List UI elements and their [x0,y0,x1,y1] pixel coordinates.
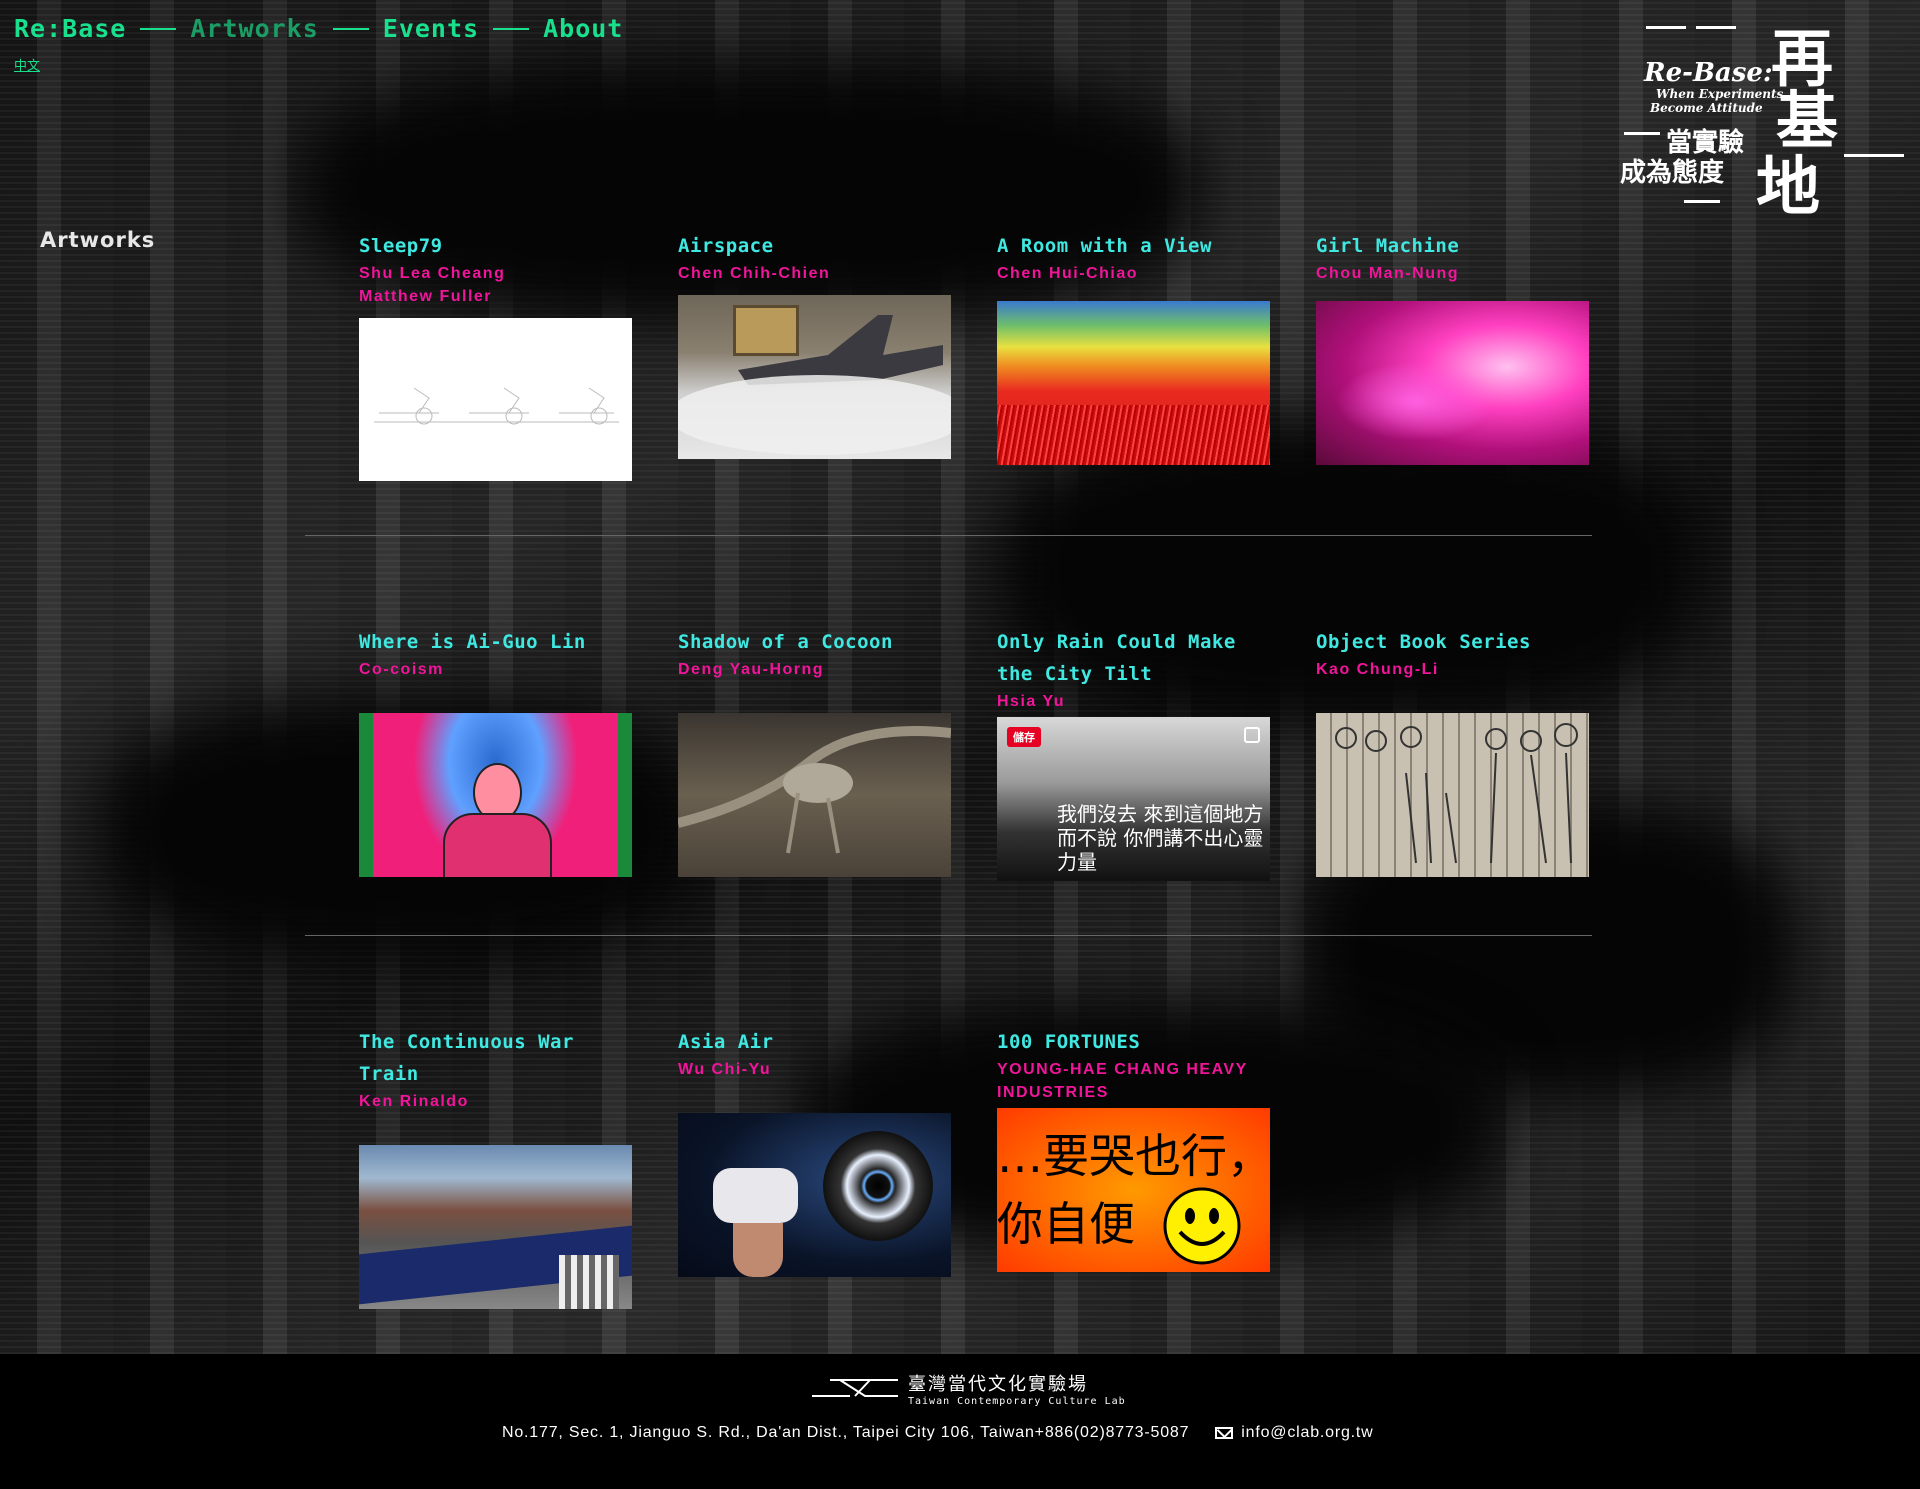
artwork-card[interactable]: Airspace Chen Chih-Chien [678,230,951,459]
sketch-drawing [374,387,619,425]
artwork-title[interactable]: Where is Ai-Guo Lin [359,626,632,658]
artwork-card[interactable]: Where is Ai-Guo Lin Co-coism [359,626,632,877]
footer-email-link[interactable]: info@clab.org.tw [1241,1424,1373,1442]
artwork-artist: Kao Chung-Li [1316,661,1439,678]
artwork-thumbnail-only-rain[interactable]: 儲存 我們沒去 來到這個地方而不說 你們講不出心靈力量 [997,717,1270,881]
artwork-thumbnail-ai-guo-lin[interactable] [359,713,632,877]
artwork-thumbnail-airspace[interactable] [678,295,951,459]
artwork-thumbnail-girl-machine[interactable] [1316,301,1589,465]
artwork-title[interactable]: Sleep79 [359,230,632,262]
logo-subtitle-2: Become Attitude [1650,101,1763,115]
logo-cn-line2: 成為態度 [1620,158,1725,188]
site-footer: 臺灣當代文化實驗場 Taiwan Contemporary Culture La… [0,1354,1920,1489]
artwork-thumbnail-object-book[interactable] [1316,713,1589,877]
artwork-thumbnail-shadow-cocoon[interactable] [678,713,951,877]
vr-headset [713,1168,798,1223]
page-title: Artworks [40,228,156,252]
pink-hair-glow [1336,361,1496,441]
clab-name-en: Taiwan Contemporary Culture Lab [908,1396,1126,1407]
logo-bar [1624,132,1660,135]
pinterest-save-button[interactable]: 儲存 [1007,727,1041,747]
subway-handwriting: 我們沒去 來到這個地方而不說 你們講不出心靈力量 [1057,802,1264,874]
artwork-artist: Chen Hui-Chiao [997,265,1138,282]
smiley-icon [1163,1187,1241,1265]
artwork-title[interactable]: Only Rain Could Make the City Tilt [997,626,1270,690]
nav-about[interactable]: About [543,14,623,43]
artwork-title[interactable]: Asia Air [678,1026,951,1058]
artwork-thumbnail-100-fortunes[interactable]: …要哭也行， 你自便 [997,1108,1270,1272]
artwork-artist: Wu Chi-Yu [678,1061,772,1078]
artwork-title[interactable]: Airspace [678,230,951,262]
pencil-figures [1335,723,1578,864]
nav-events[interactable]: Events [383,14,479,43]
red-threads [997,405,1270,465]
artwork-artist: Chen Chih-Chien [678,265,831,282]
artwork-artist: Hsia Yu [997,693,1066,710]
artwork-artist: YOUNG-HAE CHANG HEAVY INDUSTRIES [997,1061,1248,1101]
artwork-thumbnail-room-with-view[interactable] [997,301,1270,465]
logo-bar [1844,154,1904,157]
row-divider [305,535,1592,536]
artwork-artist: Matthew Fuller [359,288,493,305]
nav-artworks[interactable]: Artworks [190,14,318,43]
logo-bar [1646,26,1686,29]
main-nav: Re:Base Artworks Events About [14,14,623,43]
logo-bar [1684,200,1720,203]
footer-contact: No.177, Sec. 1, Jianguo S. Rd., Da'an Di… [502,1424,1374,1442]
artwork-thumbnail-sleep79[interactable] [359,318,632,481]
plane-shape [678,315,951,455]
clab-logo[interactable]: 臺灣當代文化實驗場 Taiwan Contemporary Culture La… [810,1370,1126,1407]
artwork-artist: Shu Lea Cheang [359,265,506,282]
nav-separator [332,27,369,30]
language-switch-link[interactable]: 中文 [14,55,40,74]
nav-rebase[interactable]: Re:Base [14,14,126,43]
fortune-text-line2: 你自便 [997,1197,1135,1251]
face-shape [733,1223,783,1277]
fortune-text-line1: …要哭也行， [997,1129,1270,1183]
artwork-title[interactable]: 100 FORTUNES [997,1026,1270,1058]
clab-name-cn: 臺灣當代文化實驗場 [908,1374,1088,1395]
rebase-logo[interactable]: 再 Re-Base: When Experiments Become Attit… [1606,14,1906,225]
logo-char-di: 地 [1756,150,1820,225]
nav-separator [140,27,177,30]
artwork-artist: Ken Rinaldo [359,1093,469,1110]
goddess-body [443,813,552,877]
artwork-title[interactable]: The Continuous War Train [359,1026,632,1090]
clab-logo-icon [812,1378,898,1397]
artwork-title[interactable]: A Room with a View [997,230,1270,262]
crosswalk [559,1255,619,1309]
artwork-artist: Co-coism [359,661,444,678]
cocoon-rope [678,726,951,854]
logo-title-en: Re-Base: [1644,58,1773,88]
artwork-artist: Chou Man-Nung [1316,265,1460,282]
artwork-artist: Deng Yau-Horng [678,661,825,678]
artwork-card[interactable]: Girl Machine Chou Man-Nung [1316,230,1589,465]
camera-lens [823,1131,933,1241]
artwork-card[interactable]: Sleep79 Shu Lea Cheang Matthew Fuller [359,230,632,481]
logo-bar [1696,26,1736,29]
mail-icon [1215,1427,1234,1439]
artwork-card[interactable]: A Room with a View Chen Hui-Chiao [997,230,1270,465]
artwork-card[interactable]: Only Rain Could Make the City Tilt Hsia … [997,626,1270,881]
artwork-card[interactable]: Asia Air Wu Chi-Yu [678,1026,951,1277]
nav-separator [493,27,530,30]
expand-icon[interactable] [1244,727,1260,743]
artwork-title[interactable]: Shadow of a Cocoon [678,626,951,658]
artwork-thumbnail-asia-air[interactable] [678,1113,951,1277]
row-divider [305,935,1592,936]
artwork-card[interactable]: 100 FORTUNES YOUNG-HAE CHANG HEAVY INDUS… [997,1026,1270,1272]
artwork-thumbnail-war-train[interactable] [359,1145,632,1309]
artwork-card[interactable]: The Continuous War Train Ken Rinaldo [359,1026,632,1309]
artwork-title[interactable]: Girl Machine [1316,230,1589,262]
artwork-card[interactable]: Object Book Series Kao Chung-Li [1316,626,1589,877]
logo-subtitle-1: When Experiments [1656,87,1784,101]
footer-address: No.177, Sec. 1, Jianguo S. Rd., Da'an Di… [502,1424,1190,1441]
artwork-card[interactable]: Shadow of a Cocoon Deng Yau-Horng [678,626,951,877]
artwork-title[interactable]: Object Book Series [1316,626,1589,658]
